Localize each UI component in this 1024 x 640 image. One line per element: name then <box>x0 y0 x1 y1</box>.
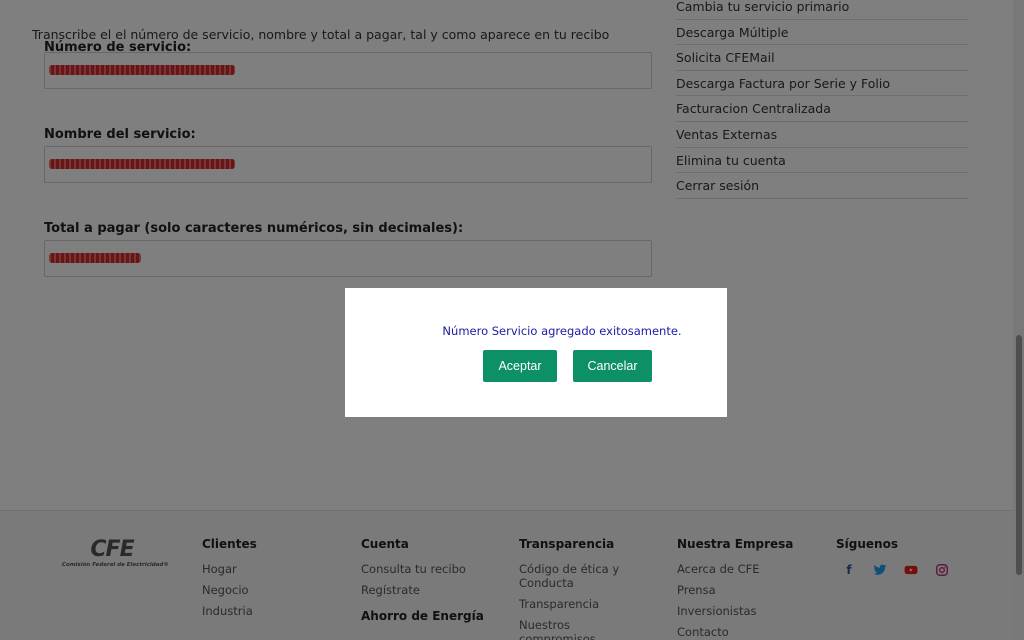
dialog-message: Número Servicio agregado exitosamente. <box>442 324 682 338</box>
success-dialog: Número Servicio agregado exitosamente. A… <box>345 288 727 417</box>
accept-button[interactable]: Aceptar <box>483 350 557 382</box>
cancel-button[interactable]: Cancelar <box>573 350 652 382</box>
